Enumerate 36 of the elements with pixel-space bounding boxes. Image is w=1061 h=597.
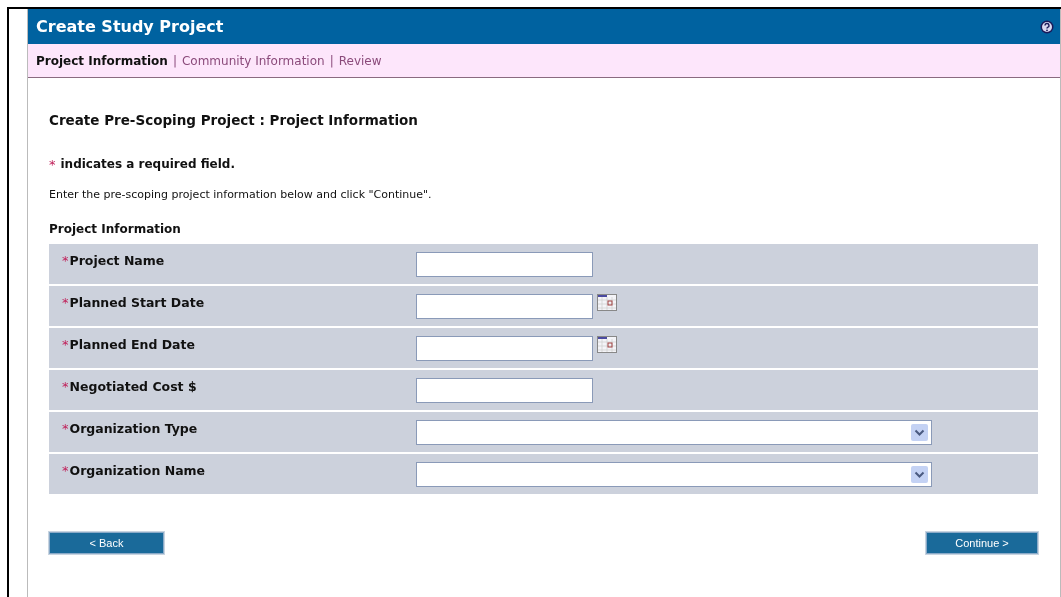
input-field[interactable]	[416, 252, 593, 277]
required-note: indicates a required field.	[60, 157, 235, 172]
input-field[interactable]	[416, 378, 593, 403]
date-field[interactable]	[416, 294, 593, 319]
required-mark: *	[62, 295, 69, 312]
step-tab[interactable]: Community Information	[181, 53, 325, 68]
instructions: Enter the pre-scoping project information below and click "Continue".	[49, 188, 433, 201]
dropdown[interactable]	[416, 420, 932, 445]
page-heading: Create Pre-Scoping Project : Project Information	[49, 112, 419, 128]
required-mark: *	[62, 421, 69, 438]
required-mark: *	[62, 337, 69, 354]
required-mark: *	[62, 379, 69, 396]
window-title: Create Study Project	[36, 17, 224, 36]
help-icon[interactable]	[1040, 19, 1054, 34]
required-mark: *	[49, 157, 56, 172]
continue-button[interactable]: Continue >	[926, 532, 1038, 554]
calendar-icon[interactable]	[597, 294, 617, 311]
separator: |	[172, 53, 177, 68]
field-label: Planned End Date	[69, 337, 195, 354]
back-button[interactable]: < Back	[49, 532, 164, 554]
field-label: Planned Start Date	[69, 295, 205, 312]
calendar-icon[interactable]	[597, 336, 617, 353]
date-field[interactable]	[416, 336, 593, 361]
field-label: Project Name	[69, 253, 165, 270]
field-label: Negotiated Cost $	[69, 379, 197, 396]
step-tab[interactable]: Review	[338, 53, 382, 68]
separator: |	[329, 53, 334, 68]
section-title: Project Information	[49, 222, 182, 236]
field-label: Organization Name	[69, 463, 206, 480]
required-mark: *	[62, 463, 69, 480]
chevron-down-icon	[911, 466, 928, 483]
field-label: Organization Type	[69, 421, 198, 438]
chevron-down-icon	[911, 424, 928, 441]
step-tab[interactable]: Project Information	[36, 53, 168, 68]
required-mark: *	[62, 253, 69, 270]
dropdown[interactable]	[416, 462, 932, 487]
